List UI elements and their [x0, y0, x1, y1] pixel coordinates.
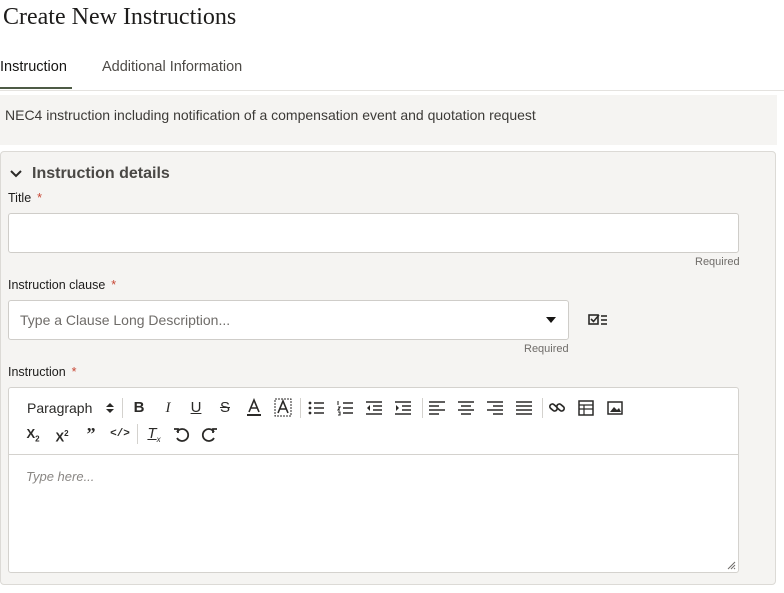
blockquote-icon[interactable]: ”: [82, 424, 100, 444]
editor-toolbar: Paragraph B I U S X2 X2 ” </> Tx: [9, 388, 738, 455]
clause-label-text: Instruction clause: [8, 278, 106, 292]
align-left-icon[interactable]: [428, 398, 446, 418]
clause-placeholder: Type a Clause Long Description...: [20, 312, 231, 328]
align-center-icon[interactable]: [457, 398, 475, 418]
toolbar-separator: [422, 398, 423, 418]
toolbar-separator: [137, 424, 138, 444]
editor-content-area[interactable]: Type here...: [26, 469, 94, 484]
image-icon[interactable]: [606, 398, 624, 418]
code-icon[interactable]: </>: [110, 424, 130, 444]
instruction-clause-select[interactable]: Type a Clause Long Description...: [8, 300, 569, 340]
bold-icon[interactable]: B: [131, 398, 147, 418]
description-text: NEC4 instruction including notification …: [5, 107, 536, 123]
font-color-icon[interactable]: [245, 398, 263, 418]
rich-text-editor: Paragraph B I U S X2 X2 ” </> Tx Type he…: [8, 387, 739, 573]
section-title: Instruction details: [32, 165, 170, 182]
dropdown-caret-icon: [546, 317, 556, 323]
indent-icon[interactable]: [394, 398, 412, 418]
highlight-icon[interactable]: [274, 398, 292, 418]
undo-icon[interactable]: [172, 424, 190, 444]
italic-icon[interactable]: I: [160, 398, 176, 418]
instruction-label-text: Instruction: [8, 365, 66, 379]
table-icon[interactable]: [577, 398, 595, 418]
required-marker: *: [71, 365, 77, 379]
link-icon[interactable]: [548, 398, 566, 418]
clause-required-hint: Required: [524, 343, 569, 355]
section-toggle[interactable]: Instruction details: [9, 165, 170, 183]
strikethrough-icon[interactable]: S: [217, 398, 233, 418]
checklist-icon[interactable]: [587, 311, 609, 329]
subscript-icon[interactable]: X2: [24, 424, 42, 444]
title-label-text: Title: [8, 191, 32, 205]
toolbar-separator: [122, 398, 123, 418]
redo-icon[interactable]: [201, 424, 219, 444]
title-label: Title *: [8, 191, 42, 205]
superscript-icon[interactable]: X2: [52, 424, 72, 444]
clause-label: Instruction clause *: [8, 278, 116, 292]
description-banner: NEC4 instruction including notification …: [0, 95, 777, 145]
outdent-icon[interactable]: [365, 398, 383, 418]
active-tab-indicator: [0, 87, 72, 89]
required-marker: *: [37, 191, 43, 205]
toolbar-separator: [542, 398, 543, 418]
paragraph-format-value: Paragraph: [27, 400, 93, 416]
title-required-hint: Required: [695, 256, 740, 268]
required-marker: *: [111, 278, 117, 292]
toolbar-separator: [300, 398, 301, 418]
align-right-icon[interactable]: [486, 398, 504, 418]
underline-icon[interactable]: U: [188, 398, 204, 418]
paragraph-format-select[interactable]: Paragraph: [27, 398, 117, 418]
instruction-details-panel: Instruction details Title * Required Inst…: [0, 151, 776, 585]
chevron-down-icon: [10, 170, 22, 178]
tab-bar: Instruction Additional Information: [0, 55, 784, 91]
tab-additional-information[interactable]: Additional Information: [102, 59, 242, 75]
title-input[interactable]: [8, 213, 739, 253]
numbered-list-icon[interactable]: [336, 398, 354, 418]
justify-icon[interactable]: [515, 398, 533, 418]
bulleted-list-icon[interactable]: [307, 398, 325, 418]
clear-formatting-icon[interactable]: Tx: [145, 424, 163, 444]
updown-arrow-icon: [106, 403, 114, 413]
tab-instruction[interactable]: Instruction: [0, 59, 67, 75]
page-title: Create New Instructions: [3, 4, 237, 30]
instruction-label: Instruction *: [8, 365, 77, 379]
resize-grip-icon[interactable]: [727, 561, 736, 570]
